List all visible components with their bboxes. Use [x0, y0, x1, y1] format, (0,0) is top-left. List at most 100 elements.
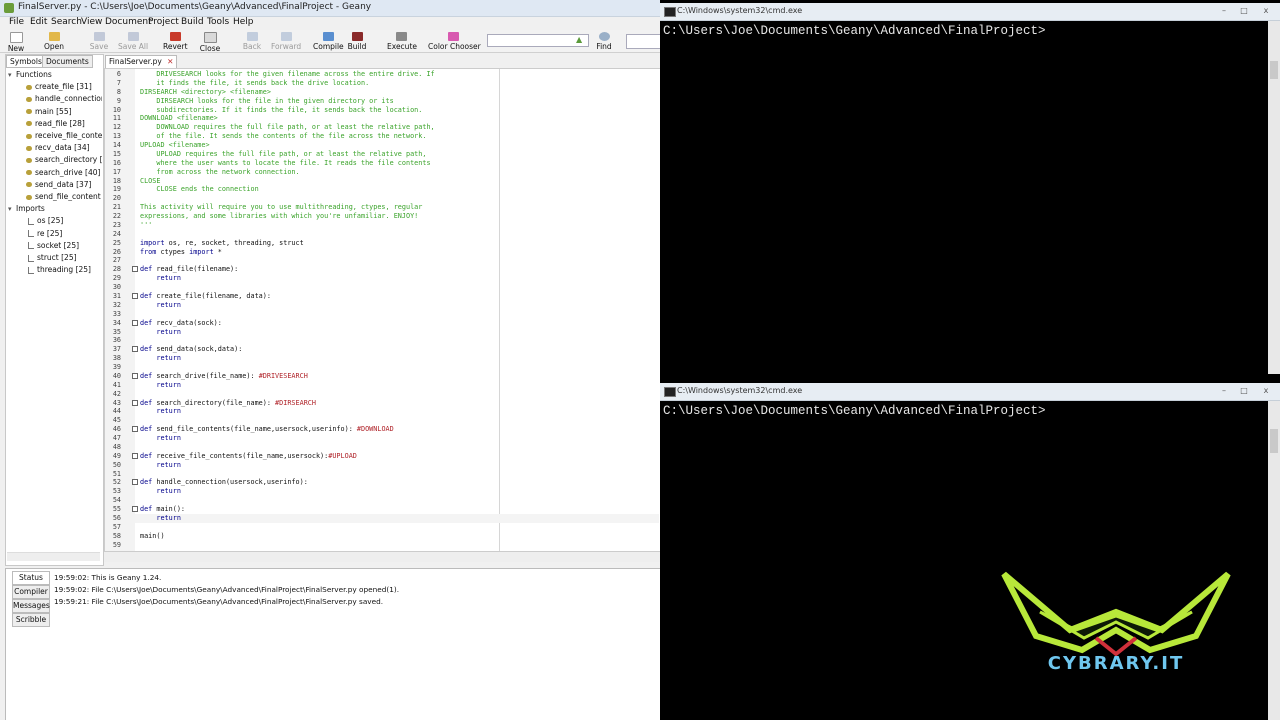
line-number: 15 — [112, 149, 121, 158]
code-token: import — [140, 238, 165, 247]
function-icon — [26, 157, 32, 163]
tree-item-function[interactable]: search_directory [ — [26, 155, 102, 164]
fold-marker-icon[interactable] — [132, 426, 138, 433]
command-prompt[interactable]: C:\Users\Joe\Documents\Geany\Advanced\Fi… — [663, 24, 1046, 38]
search-clear-icon[interactable]: ▲ — [576, 35, 582, 44]
tab-compiler[interactable]: Compiler — [12, 585, 50, 599]
open-button[interactable]: Open — [42, 32, 66, 52]
function-icon — [26, 170, 32, 176]
fold-marker-icon[interactable] — [132, 346, 138, 353]
menu-edit[interactable]: Edit — [30, 17, 47, 27]
line-number: 27 — [112, 256, 121, 265]
maximize-button[interactable]: □ — [1236, 6, 1252, 16]
code-token: UPLOAD <filename> — [140, 141, 210, 150]
scrollbar-thumb[interactable] — [1270, 61, 1278, 79]
command-prompt[interactable]: C:\Users\Joe\Documents\Geany\Advanced\Fi… — [663, 404, 1046, 418]
find-button[interactable]: Find — [594, 32, 614, 52]
cmd-vertical-scrollbar[interactable] — [1268, 401, 1280, 720]
symbol-label: read_file [28] — [35, 118, 85, 128]
menu-file[interactable]: File — [9, 17, 24, 27]
tree-item-function[interactable]: main [55] — [26, 107, 102, 116]
cmd-title-bar[interactable]: C:\Windows\system32\cmd.exe – □ x — [660, 3, 1280, 21]
new-button[interactable]: New — [5, 32, 27, 53]
minimize-button[interactable]: – — [1216, 6, 1232, 16]
fold-marker-icon[interactable] — [132, 506, 138, 513]
fold-marker-icon[interactable] — [132, 293, 138, 299]
line-number: 18 — [112, 176, 121, 185]
tree-item-function[interactable]: receive_file_conte — [26, 131, 102, 140]
tree-item-function[interactable]: search_drive [40] — [26, 168, 102, 177]
fold-marker-icon[interactable] — [132, 479, 138, 486]
execute-button[interactable]: Execute — [387, 32, 417, 52]
scrollbar-thumb[interactable] — [1270, 429, 1278, 453]
save-button[interactable]: Save — [88, 32, 110, 52]
tree-item-import[interactable]: socket [25] — [28, 241, 102, 250]
menu-build[interactable]: Build — [181, 17, 204, 27]
code-editor[interactable]: 6 7 8 9 10 11 12 13 14 15 16 17 18 19 20 21 22 23 24 25 26 27… — [104, 68, 660, 552]
symbol-label: create_file [31] — [35, 82, 92, 92]
menu-help[interactable]: Help — [233, 17, 254, 27]
tab-status[interactable]: Status — [12, 571, 50, 585]
close-tab-icon[interactable]: ✕ — [167, 57, 173, 66]
close-window-button[interactable]: x — [1258, 386, 1274, 396]
tree-item-import[interactable]: struct [25] — [28, 253, 102, 262]
menu-project[interactable]: Project — [148, 17, 179, 27]
tree-item-function[interactable]: send_file_content — [26, 192, 102, 201]
tree-item-function[interactable]: create_file [31] — [26, 82, 102, 91]
editor-tab-finalserver[interactable]: FinalServer.py ✕ — [105, 55, 178, 69]
revert-button[interactable]: Revert — [163, 32, 188, 52]
line-number: 9 — [116, 96, 121, 105]
goto-line-input[interactable] — [626, 34, 660, 49]
close-button[interactable]: Close — [199, 32, 221, 53]
line-number: 31 — [112, 292, 121, 300]
code-token: os, re, socket, threading, struct — [164, 238, 304, 247]
fold-marker-icon[interactable] — [132, 319, 138, 326]
cmd-window-top[interactable]: C:\Windows\system32\cmd.exe – □ x C:\Use… — [660, 3, 1280, 374]
menu-view[interactable]: View — [81, 17, 102, 27]
tree-item-function[interactable]: recv_data [34] — [26, 143, 102, 152]
tree-item-import[interactable]: os [25] — [28, 216, 102, 225]
tree-item-function[interactable]: handle_connection — [26, 94, 102, 103]
fold-marker-icon[interactable] — [132, 399, 138, 406]
search-input[interactable] — [487, 34, 589, 47]
minimize-button[interactable]: – — [1216, 386, 1232, 396]
sidebar-horizontal-scrollbar[interactable] — [7, 552, 100, 561]
tree-group-imports[interactable]: ▾ Imports — [8, 204, 102, 213]
fold-marker-icon[interactable] — [132, 452, 138, 459]
menu-search[interactable]: Search — [51, 17, 82, 27]
editor-horizontal-scrollbar[interactable] — [104, 552, 660, 562]
line-number: 38 — [112, 354, 121, 363]
geany-app-icon — [4, 3, 14, 13]
tab-symbols[interactable]: Symbols — [6, 55, 46, 68]
code-line: from across the network connection. — [140, 168, 299, 176]
fold-marker-icon[interactable] — [132, 266, 138, 273]
expand-arrow-icon[interactable]: ▾ — [8, 205, 16, 213]
tab-scribble[interactable]: Scribble — [12, 613, 50, 627]
menu-tools[interactable]: Tools — [207, 17, 229, 27]
color-chooser-button[interactable]: Color Chooser — [428, 32, 481, 52]
cmd-vertical-scrollbar[interactable] — [1268, 21, 1280, 374]
menu-document[interactable]: Document — [105, 17, 152, 27]
tree-group-functions[interactable]: ▾ Functions — [8, 70, 102, 79]
compile-button[interactable]: Compile — [313, 32, 344, 52]
tree-item-import[interactable]: re [25] — [28, 229, 102, 238]
fold-marker-icon[interactable] — [132, 372, 138, 379]
forward-button[interactable]: Forward — [271, 32, 301, 52]
tree-item-import[interactable]: threading [25] — [28, 265, 102, 274]
window-title: FinalServer.py - C:\Users\Joe\Documents\… — [18, 2, 372, 12]
build-button[interactable]: Build — [346, 32, 368, 52]
code-line: DOWNLOAD requires the full file path, or… — [140, 123, 434, 131]
function-icon — [26, 96, 32, 102]
tab-messages[interactable]: Messages — [12, 599, 50, 613]
cmd-title-bar[interactable]: C:\Windows\system32\cmd.exe – □ x — [660, 383, 1280, 401]
tree-item-function[interactable]: read_file [28] — [26, 119, 102, 128]
tree-item-function[interactable]: send_data [37] — [26, 180, 102, 189]
expand-arrow-icon[interactable]: ▾ — [8, 71, 16, 79]
code-token: return — [140, 327, 181, 336]
back-button[interactable]: Back — [241, 32, 263, 52]
save-all-button[interactable]: Save All — [118, 32, 148, 52]
geany-title-bar[interactable]: FinalServer.py - C:\Users\Joe\Documents\… — [0, 0, 660, 17]
maximize-button[interactable]: □ — [1236, 386, 1252, 396]
tab-documents[interactable]: Documents — [42, 55, 93, 68]
close-window-button[interactable]: x — [1258, 6, 1274, 16]
